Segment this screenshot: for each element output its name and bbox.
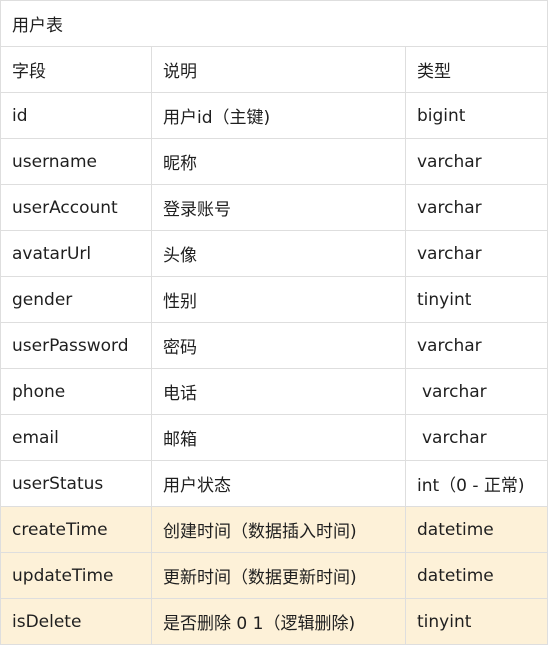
- cell-field: phone: [0, 368, 152, 415]
- cell-type: varchar: [405, 230, 548, 277]
- table-row-highlighted: isDelete 是否删除 0 1（逻辑删除) tinyint: [0, 598, 548, 645]
- table-row: gender 性别 tinyint: [0, 276, 548, 323]
- header-type: 类型: [405, 46, 548, 93]
- cell-type: tinyint: [405, 276, 548, 323]
- cell-type: bigint: [405, 92, 548, 139]
- user-table: 用户表 字段 说明 类型 id 用户id（主键) bigint username…: [0, 0, 548, 645]
- table-row: phone 电话 varchar: [0, 368, 548, 415]
- table-row-highlighted: updateTime 更新时间（数据更新时间) datetime: [0, 552, 548, 599]
- table-row: id 用户id（主键) bigint: [0, 92, 548, 139]
- cell-description: 密码: [151, 322, 406, 369]
- table-row-highlighted: createTime 创建时间（数据插入时间) datetime: [0, 506, 548, 553]
- table-title: 用户表: [0, 0, 548, 47]
- cell-description: 电话: [151, 368, 406, 415]
- table-header-row: 字段 说明 类型: [0, 46, 548, 93]
- cell-description: 用户id（主键): [151, 92, 406, 139]
- cell-description: 创建时间（数据插入时间): [151, 506, 406, 553]
- cell-type: datetime: [405, 506, 548, 553]
- cell-type: varchar: [405, 138, 548, 185]
- cell-type: varchar: [405, 414, 548, 461]
- cell-description: 邮箱: [151, 414, 406, 461]
- cell-description: 用户状态: [151, 460, 406, 507]
- table-row: username 昵称 varchar: [0, 138, 548, 185]
- cell-field: username: [0, 138, 152, 185]
- cell-field: updateTime: [0, 552, 152, 599]
- cell-description: 登录账号: [151, 184, 406, 231]
- header-field: 字段: [0, 46, 152, 93]
- user-table-container: 用户表 字段 说明 类型 id 用户id（主键) bigint username…: [0, 0, 548, 645]
- cell-field: email: [0, 414, 152, 461]
- cell-field: createTime: [0, 506, 152, 553]
- table-row: userStatus 用户状态 int（0 - 正常): [0, 460, 548, 507]
- cell-type: varchar: [405, 322, 548, 369]
- cell-type: datetime: [405, 552, 548, 599]
- table-row: avatarUrl 头像 varchar: [0, 230, 548, 277]
- table-row: userPassword 密码 varchar: [0, 322, 548, 369]
- header-description: 说明: [151, 46, 406, 93]
- cell-field: avatarUrl: [0, 230, 152, 277]
- cell-field: id: [0, 92, 152, 139]
- cell-description: 更新时间（数据更新时间): [151, 552, 406, 599]
- cell-field: userPassword: [0, 322, 152, 369]
- cell-field: userAccount: [0, 184, 152, 231]
- cell-type: varchar: [405, 184, 548, 231]
- cell-description: 头像: [151, 230, 406, 277]
- cell-type: varchar: [405, 368, 548, 415]
- table-row: userAccount 登录账号 varchar: [0, 184, 548, 231]
- cell-type: int（0 - 正常): [405, 460, 548, 507]
- cell-description: 昵称: [151, 138, 406, 185]
- cell-type: tinyint: [405, 598, 548, 645]
- table-title-row: 用户表: [0, 0, 548, 47]
- table-row: email 邮箱 varchar: [0, 414, 548, 461]
- cell-description: 性别: [151, 276, 406, 323]
- cell-description: 是否删除 0 1（逻辑删除): [151, 598, 406, 645]
- cell-field: isDelete: [0, 598, 152, 645]
- cell-field: userStatus: [0, 460, 152, 507]
- cell-field: gender: [0, 276, 152, 323]
